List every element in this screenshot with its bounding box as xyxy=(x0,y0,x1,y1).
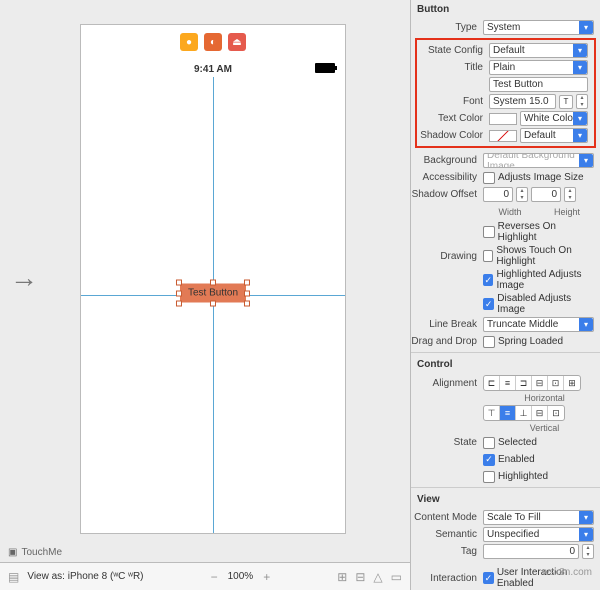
type-dropdown[interactable]: System▾ xyxy=(483,20,594,35)
font-label: Font xyxy=(417,96,489,107)
control-section-title: Control xyxy=(411,355,600,374)
accessibility-label: Accessibility xyxy=(411,172,483,183)
vertical-align-segments[interactable]: ⊤≡⊥⊟⊡ xyxy=(483,405,565,421)
enabled-checkbox[interactable]: ✓ xyxy=(483,454,495,466)
pin-tool-icon[interactable]: ⊟ xyxy=(355,570,365,584)
document-outline-toggle-icon[interactable]: ▤ xyxy=(8,570,19,584)
shadow-color-swatch[interactable] xyxy=(489,130,517,142)
drag-drop-label: Drag and Drop xyxy=(411,336,483,347)
resize-handle[interactable] xyxy=(244,301,250,307)
highlight-box-title-section: State Config Default▾ Title Plain▾ Test … xyxy=(415,38,596,148)
highlighted-checkbox[interactable] xyxy=(483,471,495,483)
state-config-dropdown[interactable]: Default▾ xyxy=(489,43,588,58)
resize-handle[interactable] xyxy=(176,280,182,286)
title-text-field[interactable]: Test Button xyxy=(489,77,588,92)
semantic-label: Semantic xyxy=(411,529,483,540)
shadow-offset-label: Shadow Offset xyxy=(411,189,483,200)
text-color-label: Text Color xyxy=(417,113,489,124)
tag-field[interactable]: 0 xyxy=(483,544,579,559)
interface-builder-canvas[interactable]: → ● ◐ ⏏ 9:41 AM Test Button xyxy=(0,0,410,590)
resize-handle[interactable] xyxy=(176,301,182,307)
view-section-title: View xyxy=(411,490,600,509)
touchme-label: TouchMe xyxy=(21,547,62,558)
font-field[interactable]: System 15.0 xyxy=(489,94,556,109)
zoom-level[interactable]: 100% xyxy=(228,571,254,582)
shadow-height-stepper[interactable]: ▴▾ xyxy=(564,187,576,202)
attributes-inspector: Button Type System▾ State Config Default… xyxy=(410,0,600,590)
zoom-in-button[interactable]: + xyxy=(263,570,270,584)
adjusts-image-size-checkbox[interactable] xyxy=(483,172,495,184)
selected-button-label: Test Button xyxy=(188,288,238,299)
resize-handle[interactable] xyxy=(210,301,216,307)
shadow-width-stepper[interactable]: ▴▾ xyxy=(516,187,528,202)
selected-test-button[interactable]: Test Button xyxy=(180,284,246,303)
user-interaction-checkbox[interactable]: ✓ xyxy=(483,572,494,584)
shadow-width-field[interactable]: 0 xyxy=(483,187,513,202)
content-mode-dropdown[interactable]: Scale To Fill▾ xyxy=(483,510,594,525)
button-section-title: Button xyxy=(411,0,600,19)
reverses-checkbox[interactable] xyxy=(483,226,495,238)
embed-tool-icon[interactable]: ▭ xyxy=(391,570,402,584)
align-tool-icon[interactable]: ⊞ xyxy=(337,570,347,584)
watermark: wsx8n.com xyxy=(542,567,592,578)
shadow-color-label: Shadow Color xyxy=(417,130,489,141)
title-mode-label: Title xyxy=(417,62,489,73)
shadow-height-field[interactable]: 0 xyxy=(531,187,561,202)
background-label: Background xyxy=(411,155,483,166)
scene-toolbar: ● ◐ ⏏ xyxy=(81,33,345,51)
tag-label: Tag xyxy=(411,546,483,557)
selected-checkbox[interactable] xyxy=(483,437,495,449)
text-color-swatch[interactable] xyxy=(489,113,517,125)
background-image-dropdown[interactable]: Default Background Image▾ xyxy=(483,153,594,168)
state-config-label: State Config xyxy=(417,45,489,56)
spring-loaded-checkbox[interactable] xyxy=(483,336,495,348)
resolve-tool-icon[interactable]: △ xyxy=(373,570,382,584)
segue-arrow: → xyxy=(10,262,38,294)
scene-dock-first-responder-icon[interactable]: ◐ xyxy=(204,33,222,51)
scene-dock-vc-icon[interactable]: ● xyxy=(180,33,198,51)
semantic-dropdown[interactable]: Unspecified▾ xyxy=(483,527,594,542)
zoom-out-button[interactable]: − xyxy=(211,570,218,584)
status-bar-time: 9:41 AM xyxy=(81,61,345,77)
font-picker-icon[interactable]: T xyxy=(559,95,573,109)
title-mode-dropdown[interactable]: Plain▾ xyxy=(489,60,588,75)
state-label: State xyxy=(411,437,483,448)
content-mode-label: Content Mode xyxy=(411,512,483,523)
shadow-color-dropdown[interactable]: Default▾ xyxy=(520,128,588,143)
battery-icon xyxy=(315,63,335,73)
horizontal-align-segments[interactable]: ⊏≡⊐⊟⊡⊞ xyxy=(483,375,581,391)
resize-handle[interactable] xyxy=(244,280,250,286)
tag-stepper[interactable]: ▴▾ xyxy=(582,544,594,559)
font-stepper[interactable]: ▴▾ xyxy=(576,94,588,109)
filter-icon[interactable]: ▣ xyxy=(8,547,17,558)
interaction-label: Interaction xyxy=(411,573,483,584)
resize-handle[interactable] xyxy=(244,290,250,296)
shows-touch-checkbox[interactable] xyxy=(483,250,493,262)
resize-handle[interactable] xyxy=(210,280,216,286)
device-frame[interactable]: ● ◐ ⏏ 9:41 AM Test Button xyxy=(80,24,346,534)
scene-dock-exit-icon[interactable]: ⏏ xyxy=(228,33,246,51)
drawing-label: Drawing xyxy=(411,251,483,262)
view-as-label[interactable]: View as: iPhone 8 (ʷC ʷR) xyxy=(27,571,143,582)
canvas-bottom-bar: ▤ View as: iPhone 8 (ʷC ʷR) − 100% + ⊞ ⊟… xyxy=(0,562,410,590)
disabled-adjusts-checkbox[interactable]: ✓ xyxy=(483,298,494,310)
type-label: Type xyxy=(411,22,483,33)
text-color-dropdown[interactable]: White Color▾ xyxy=(520,111,588,126)
line-break-label: Line Break xyxy=(411,319,483,330)
alignment-label: Alignment xyxy=(411,378,483,389)
highlighted-adjusts-checkbox[interactable]: ✓ xyxy=(483,274,493,286)
resize-handle[interactable] xyxy=(176,290,182,296)
line-break-dropdown[interactable]: Truncate Middle▾ xyxy=(483,317,594,332)
